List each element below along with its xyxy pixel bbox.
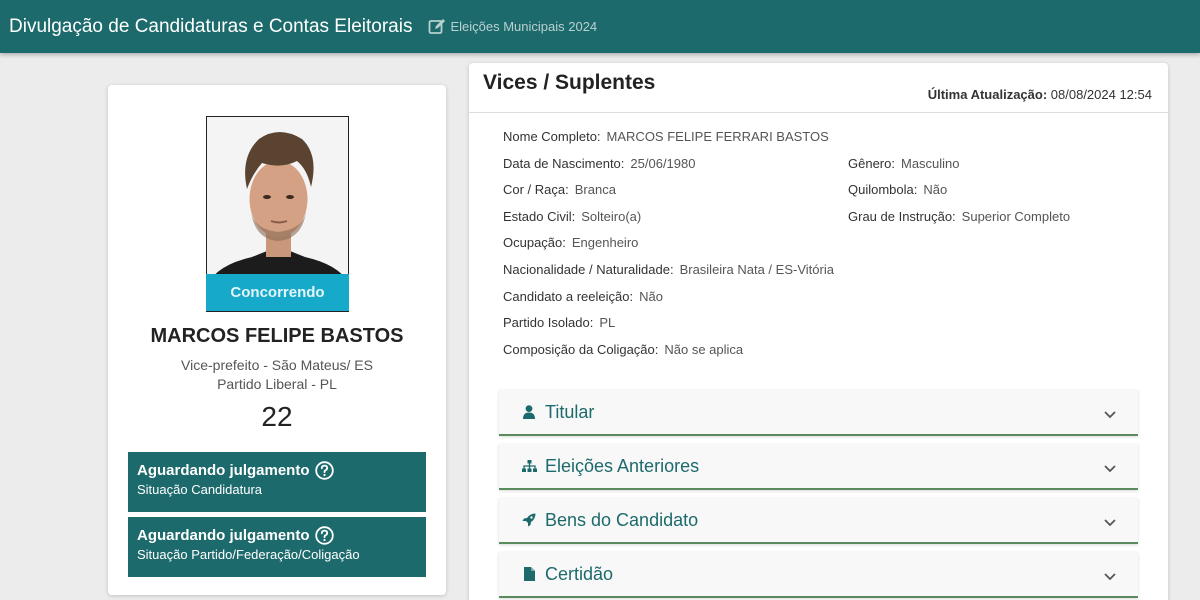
field-nome-completo: Nome Completo: MARCOS FELIPE FERRARI BAST… <box>503 129 829 144</box>
field-nacionalidade: Nacionalidade / Naturalidade: Brasileira … <box>503 262 834 277</box>
candidacy-status-badge: Concorrendo <box>206 274 349 311</box>
field-label: Nome Completo: <box>503 129 601 144</box>
field-label: Data de Nascimento: <box>503 156 625 171</box>
candidate-name: MARCOS FELIPE BASTOS <box>150 325 404 347</box>
field-value: MARCOS FELIPE FERRARI BASTOS <box>606 129 829 144</box>
election-subtitle: Eleições Municipais 2024 <box>428 18 597 36</box>
field-value: Masculino <box>900 156 960 171</box>
field-data-nascimento: Data de Nascimento: 25/06/1980 <box>503 156 695 171</box>
situation-candidacy-title: Aguardando julgamento <box>137 462 310 479</box>
chevron-down-icon <box>1104 460 1116 478</box>
situation-party-title: Aguardando julgamento <box>137 527 310 544</box>
last-updated-label: Última Atualização: <box>927 87 1048 102</box>
situation-party-label: Situação Partido/Federação/Coligação <box>137 547 360 562</box>
last-updated-value: 08/08/2024 12:54 <box>1050 87 1152 102</box>
field-value: Engenheiro <box>571 235 639 250</box>
field-label: Cor / Raça: <box>503 182 569 197</box>
header-divider <box>469 112 1168 113</box>
field-label: Gênero: <box>848 156 895 171</box>
accordion-label: Titular <box>545 401 595 422</box>
field-genero: Gênero: Masculino <box>848 156 960 171</box>
field-value: Brasileira Nata / ES-Vitória <box>679 262 834 277</box>
field-label: Grau de Instrução: <box>848 209 956 224</box>
chevron-down-icon <box>1104 406 1116 424</box>
accordion-bens-candidato[interactable]: Bens do Candidato <box>499 498 1138 544</box>
field-estado-civil: Estado Civil: Solteiro(a) <box>503 209 641 224</box>
situation-candidacy-box: Aguardando julgamento Situação Candidatu… <box>128 452 426 512</box>
last-updated: Última Atualização: 08/08/2024 12:54 <box>928 87 1152 102</box>
field-label: Candidato a reeleição: <box>503 289 634 304</box>
chevron-down-icon <box>1104 514 1116 532</box>
field-reeleicao: Candidato a reeleição: Não <box>503 289 663 304</box>
chevron-down-icon <box>1104 568 1116 586</box>
election-label: Eleições Municipais 2024 <box>450 19 598 34</box>
field-label: Nacionalidade / Naturalidade: <box>503 262 674 277</box>
field-value: Superior Completo <box>961 209 1071 224</box>
field-ocupacao: Ocupação: Engenheiro <box>503 235 638 250</box>
field-partido-isolado: Partido Isolado: PL <box>503 315 615 330</box>
accordion-label: Bens do Candidato <box>545 509 699 530</box>
help-icon[interactable] <box>314 526 334 545</box>
field-cor-raca: Cor / Raça: Branca <box>503 182 616 197</box>
field-value: PL <box>599 315 616 330</box>
edit-icon <box>428 18 450 36</box>
rocket-icon <box>521 513 537 527</box>
details-card: Vices / Suplentes Última Atualização: 08… <box>469 63 1168 600</box>
accordion-certidao[interactable]: Certidão <box>499 552 1138 598</box>
field-label: Partido Isolado: <box>503 315 594 330</box>
field-coligacao: Composição da Coligação: Não se aplica <box>503 342 743 357</box>
candidate-party: Partido Liberal - PL <box>217 376 337 392</box>
help-icon[interactable] <box>314 461 334 480</box>
field-label: Composição da Coligação: <box>503 342 659 357</box>
accordion-label: Certidão <box>545 563 614 584</box>
accordion-eleicoes-anteriores[interactable]: Eleições Anteriores <box>499 444 1138 490</box>
user-icon <box>521 405 537 419</box>
field-value: Não <box>639 289 663 304</box>
file-icon <box>521 567 537 581</box>
field-value: Não se aplica <box>664 342 744 357</box>
candidate-number: 22 <box>261 401 293 432</box>
field-label: Ocupação: <box>503 235 566 250</box>
section-title: Vices / Suplentes <box>483 71 656 94</box>
field-label: Estado Civil: <box>503 209 576 224</box>
accordion-titular[interactable]: Titular <box>499 390 1138 436</box>
field-label: Quilombola: <box>848 182 918 197</box>
field-value: Solteiro(a) <box>581 209 642 224</box>
app-title[interactable]: Divulgação de Candidaturas e Contas Elei… <box>9 16 412 38</box>
sitemap-icon <box>521 460 537 472</box>
candidate-role: Vice-prefeito - São Mateus/ ES <box>181 357 373 373</box>
field-value: Branca <box>574 182 616 197</box>
accordion-label: Eleições Anteriores <box>545 455 700 476</box>
field-grau-instrucao: Grau de Instrução: Superior Completo <box>848 209 1070 224</box>
candidate-card: Concorrendo MARCOS FELIPE BASTOS Vice-pr… <box>108 85 446 595</box>
situation-candidacy-label: Situação Candidatura <box>137 482 263 497</box>
field-value: Não <box>923 182 948 197</box>
situation-party-box: Aguardando julgamento Situação Partido/F… <box>128 517 426 577</box>
top-navbar: Divulgação de Candidaturas e Contas Elei… <box>0 0 1200 53</box>
field-quilombola: Quilombola: Não <box>848 182 947 197</box>
field-value: 25/06/1980 <box>630 156 696 171</box>
